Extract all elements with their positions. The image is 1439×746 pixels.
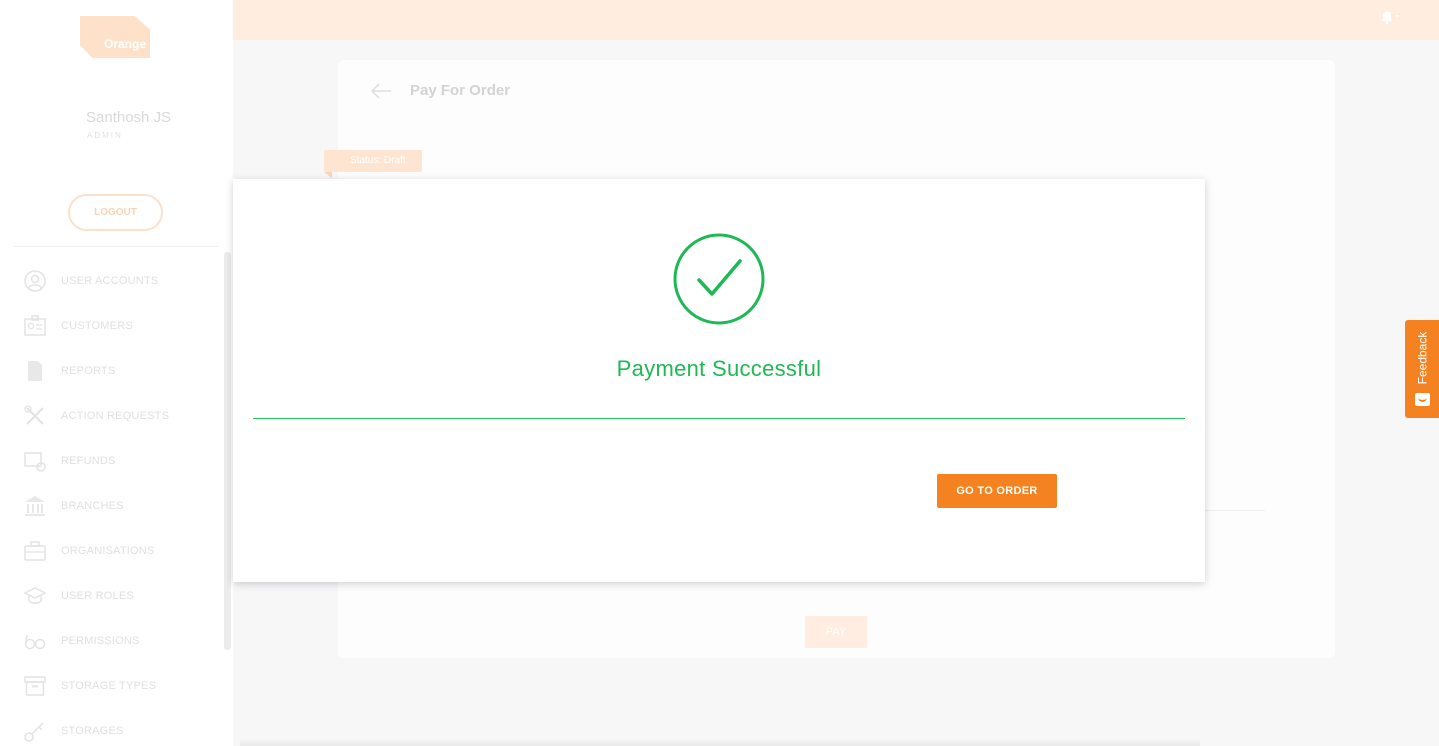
sidebar-item-label: ACTION REQUESTS — [61, 409, 170, 422]
go-to-order-button[interactable]: GO TO ORDER — [937, 474, 1057, 508]
sidebar-item-label: REPORTS — [61, 364, 116, 377]
pay-button[interactable]: PAY — [805, 616, 867, 648]
feedback-label-wrap: Feedback — [1409, 326, 1435, 390]
sidebar-item-label: ORGANISATIONS — [61, 544, 155, 557]
bell-icon[interactable] — [1379, 9, 1401, 25]
status-badge: Status: Draft — [324, 150, 422, 178]
brand-logo[interactable]: Orange — [78, 16, 154, 64]
sidebar-item-label: USER ROLES — [61, 589, 134, 602]
sidebar-item-storages[interactable]: STORAGES — [0, 708, 220, 746]
sidebar-item-label: BRANCHES — [61, 499, 124, 512]
footer-shadow — [240, 738, 1200, 746]
glasses-icon — [24, 630, 46, 652]
sidebar-item-label: USER ACCOUNTS — [61, 274, 159, 287]
sidebar-item-organisations[interactable]: ORGANISATIONS — [0, 528, 220, 573]
sidebar-item-label: CUSTOMERS — [61, 319, 133, 332]
sidebar-item-storage-types[interactable]: STORAGE TYPES — [0, 663, 220, 708]
sidebar-item-permissions[interactable]: PERMISSIONS — [0, 618, 220, 663]
smile-icon — [1415, 393, 1430, 406]
top-bar — [233, 0, 1439, 40]
sidebar-item-label: PERMISSIONS — [61, 634, 140, 647]
back-arrow-icon[interactable] — [370, 81, 392, 101]
check-circle-icon — [673, 233, 765, 325]
feedback-tab[interactable]: Feedback — [1405, 320, 1439, 418]
sidebar-item-label: STORAGES — [61, 724, 124, 737]
tools-icon — [24, 404, 46, 427]
graduation-cap-icon — [24, 585, 46, 607]
user-name: Santhosh JS — [86, 109, 172, 126]
refund-icon — [24, 450, 46, 472]
file-icon — [24, 360, 46, 382]
sidebar: Orange Santhosh JS ADMIN LOGOUT USER ACC… — [0, 0, 233, 746]
modal-divider — [253, 418, 1185, 419]
sidebar-item-label: STORAGE TYPES — [61, 679, 157, 692]
sidebar-item-label: REFUNDS — [61, 454, 116, 467]
sidebar-scrollbar[interactable] — [224, 252, 231, 650]
modal-title: Payment Successful — [616, 356, 822, 381]
sidebar-item-reports[interactable]: REPORTS — [0, 348, 220, 393]
id-card-icon — [24, 314, 46, 337]
logo-word: Orange — [104, 37, 147, 51]
bank-icon — [24, 495, 46, 517]
card-divider — [1205, 510, 1265, 511]
feedback-label: Feedback — [1415, 331, 1430, 385]
payment-success-modal: Payment Successful GO TO ORDER — [233, 179, 1205, 582]
user-role: ADMIN — [87, 131, 123, 140]
sidebar-item-action-requests[interactable]: ACTION REQUESTS — [0, 393, 220, 438]
key-icon — [24, 720, 46, 742]
briefcase-icon — [24, 540, 46, 562]
page-title: Pay For Order — [410, 82, 511, 99]
sidebar-item-branches[interactable]: BRANCHES — [0, 483, 220, 528]
sidebar-item-refunds[interactable]: REFUNDS — [0, 438, 220, 483]
user-circle-icon — [24, 269, 46, 292]
sidebar-item-customers[interactable]: CUSTOMERS — [0, 303, 220, 348]
sidebar-divider — [14, 246, 218, 247]
logout-button[interactable]: LOGOUT — [68, 194, 163, 231]
sidebar-item-user-roles[interactable]: USER ROLES — [0, 573, 220, 618]
archive-icon — [24, 675, 46, 697]
sidebar-item-user-accounts[interactable]: USER ACCOUNTS — [0, 258, 220, 303]
